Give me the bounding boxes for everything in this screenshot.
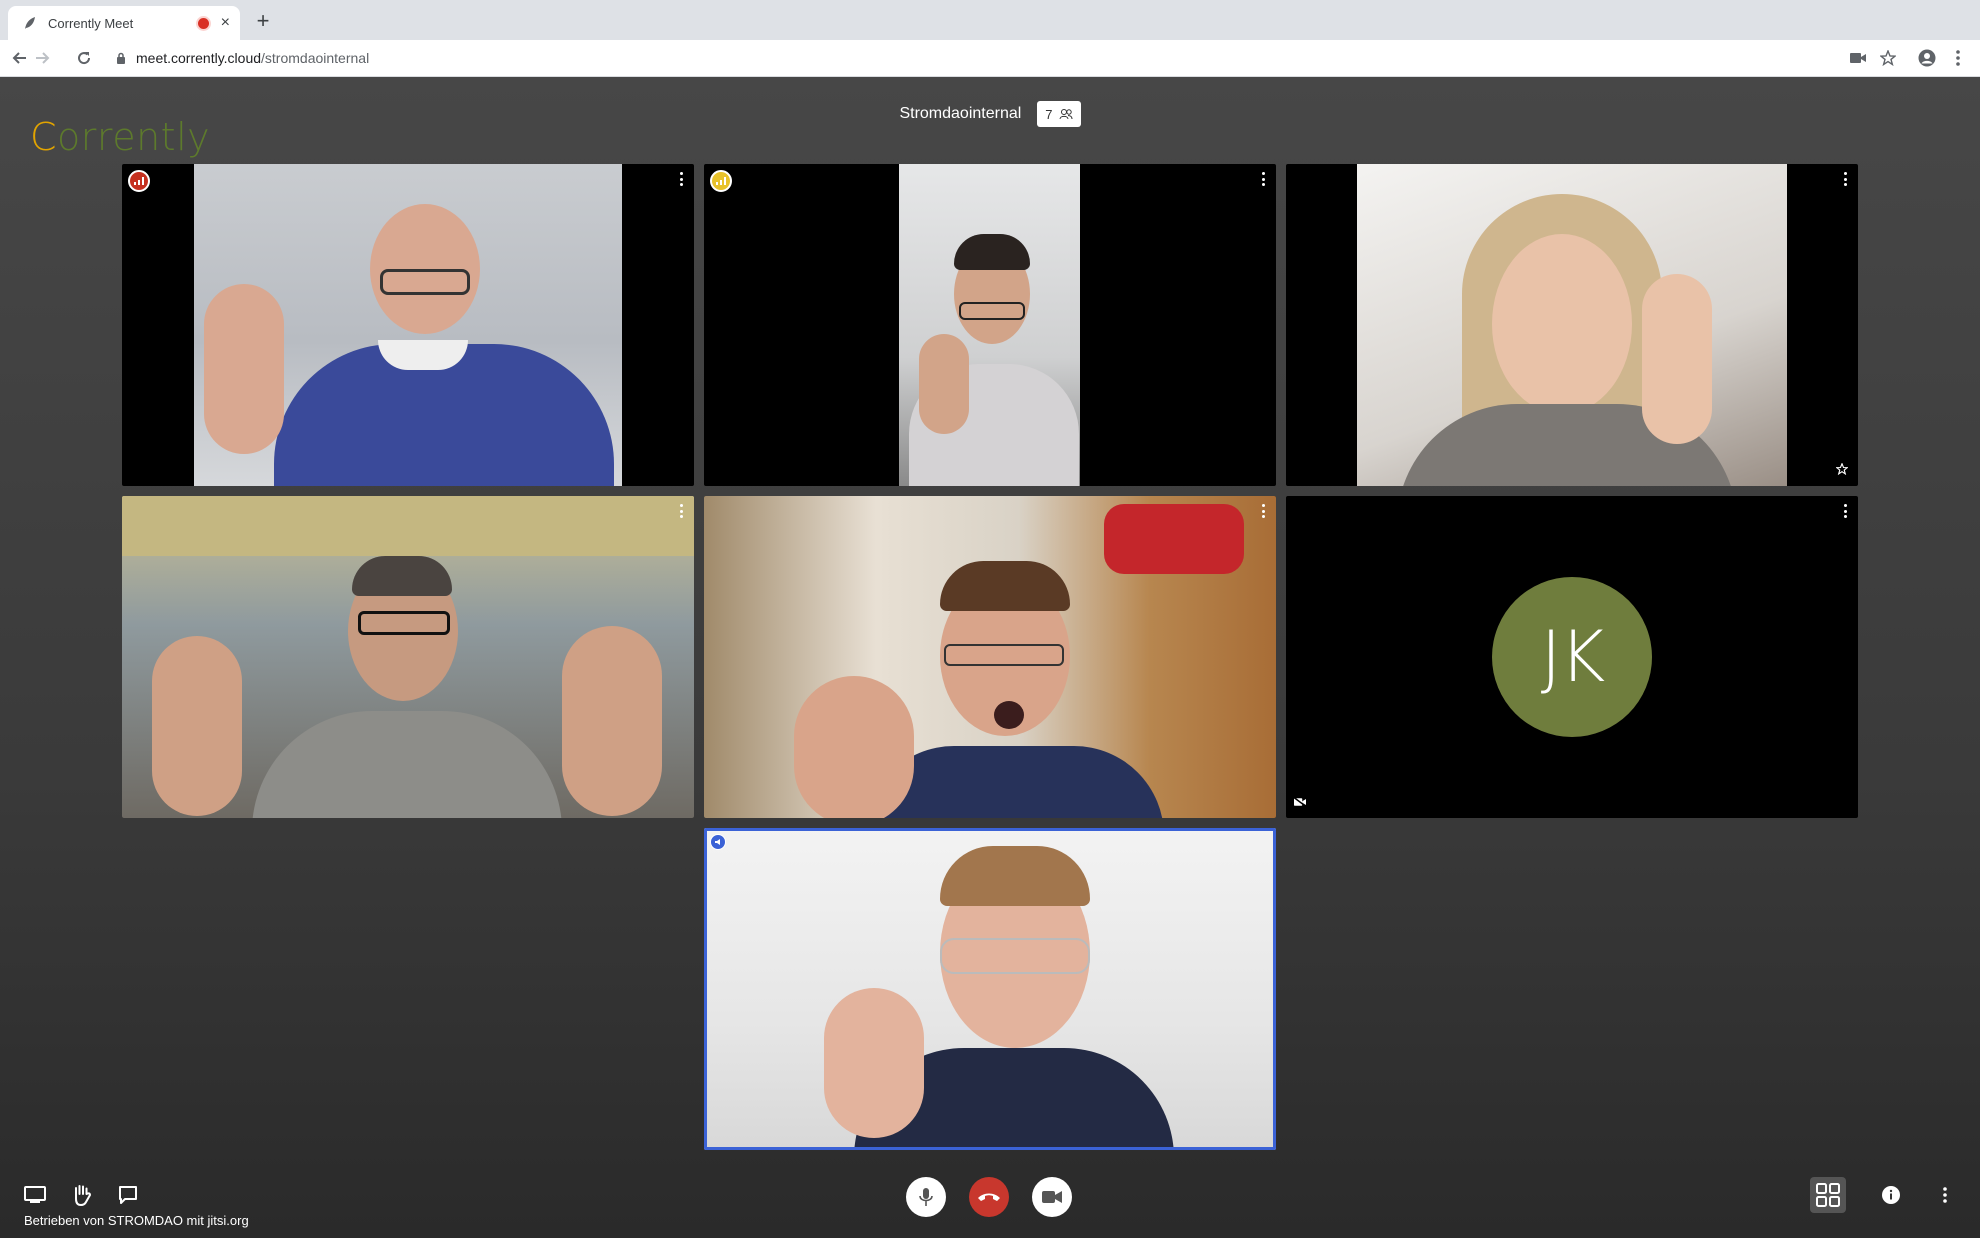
participant-tile[interactable]: JK bbox=[1286, 496, 1858, 818]
chat-icon[interactable] bbox=[118, 1185, 138, 1210]
video-button[interactable] bbox=[1032, 1177, 1072, 1217]
reload-icon[interactable] bbox=[74, 48, 94, 68]
participant-video bbox=[704, 828, 1276, 1150]
tile-view-icon bbox=[1816, 1183, 1840, 1207]
more-icon[interactable] bbox=[1943, 1187, 1947, 1203]
participant-video bbox=[194, 164, 622, 486]
meeting-area: Corrently Stromdaointernal 7 JK bbox=[0, 77, 1980, 1238]
hangup-button[interactable] bbox=[969, 1177, 1009, 1217]
account-icon[interactable] bbox=[1917, 48, 1937, 68]
microphone-icon bbox=[919, 1188, 933, 1206]
participant-video bbox=[899, 164, 1080, 486]
local-participant-tile[interactable] bbox=[704, 828, 1276, 1150]
back-icon[interactable] bbox=[10, 48, 30, 68]
participant-count-badge[interactable]: 7 bbox=[1037, 101, 1081, 127]
participant-count: 7 bbox=[1045, 106, 1053, 122]
participant-tile[interactable] bbox=[1286, 164, 1858, 486]
tile-menu-icon[interactable] bbox=[1840, 172, 1850, 186]
browser-toolbar: meet.corrently.cloud/stromdaointernal bbox=[0, 40, 1980, 77]
raise-hand-icon[interactable] bbox=[72, 1184, 92, 1211]
call-controls bbox=[906, 1177, 1072, 1217]
url-host: meet.corrently.cloud bbox=[136, 50, 262, 66]
participant-video bbox=[1357, 164, 1787, 486]
connection-indicator-icon[interactable] bbox=[128, 170, 150, 192]
room-name: Stromdaointernal bbox=[899, 105, 1022, 122]
video-muted-icon bbox=[1293, 794, 1307, 812]
camera-icon[interactable] bbox=[1848, 48, 1868, 68]
room-header: Stromdaointernal 7 bbox=[0, 99, 1980, 129]
participant-video bbox=[122, 496, 694, 818]
screenshare-icon[interactable] bbox=[24, 1186, 46, 1209]
microphone-button[interactable] bbox=[906, 1177, 946, 1217]
tab-title: Corrently Meet bbox=[48, 15, 134, 31]
video-icon bbox=[1042, 1191, 1062, 1203]
address-bar[interactable]: meet.corrently.cloud/stromdaointernal bbox=[106, 44, 1856, 72]
participants-icon bbox=[1059, 109, 1073, 120]
tile-menu-icon[interactable] bbox=[1840, 504, 1850, 518]
info-icon[interactable] bbox=[1881, 1185, 1901, 1205]
tile-view-button[interactable] bbox=[1810, 1177, 1846, 1213]
lock-icon bbox=[116, 52, 126, 64]
hangup-icon bbox=[978, 1193, 1000, 1201]
leaf-favicon-icon bbox=[22, 15, 38, 31]
moderator-star-icon bbox=[1835, 462, 1849, 480]
participant-tile[interactable] bbox=[704, 496, 1276, 818]
bottom-right-toolbar bbox=[1810, 1177, 1947, 1213]
kebab-icon[interactable] bbox=[1948, 48, 1968, 68]
tile-menu-icon[interactable] bbox=[676, 172, 686, 186]
participant-video bbox=[704, 496, 1276, 818]
new-tab-button[interactable]: + bbox=[252, 10, 274, 32]
bottom-left-toolbar bbox=[24, 1184, 138, 1211]
connection-indicator-icon[interactable] bbox=[710, 170, 732, 192]
recording-indicator-icon bbox=[197, 17, 209, 29]
tile-menu-icon[interactable] bbox=[676, 504, 686, 518]
tile-menu-icon[interactable] bbox=[1258, 504, 1268, 518]
participant-tile[interactable] bbox=[122, 164, 694, 486]
participant-tile[interactable] bbox=[704, 164, 1276, 486]
tile-menu-icon[interactable] bbox=[1258, 172, 1268, 186]
forward-icon[interactable] bbox=[32, 48, 52, 68]
browser-tab[interactable]: Corrently Meet × bbox=[8, 6, 240, 40]
dominant-speaker-icon bbox=[710, 834, 726, 850]
star-icon[interactable] bbox=[1878, 48, 1898, 68]
browser-tabstrip: Corrently Meet × + bbox=[0, 0, 1980, 40]
participant-tile[interactable] bbox=[122, 496, 694, 818]
avatar: JK bbox=[1492, 577, 1652, 737]
tab-close-button[interactable]: × bbox=[221, 15, 230, 31]
url-path: /stromdaointernal bbox=[261, 50, 370, 66]
credit-text: Betrieben von STROMDAO mit jitsi.org bbox=[24, 1213, 249, 1228]
